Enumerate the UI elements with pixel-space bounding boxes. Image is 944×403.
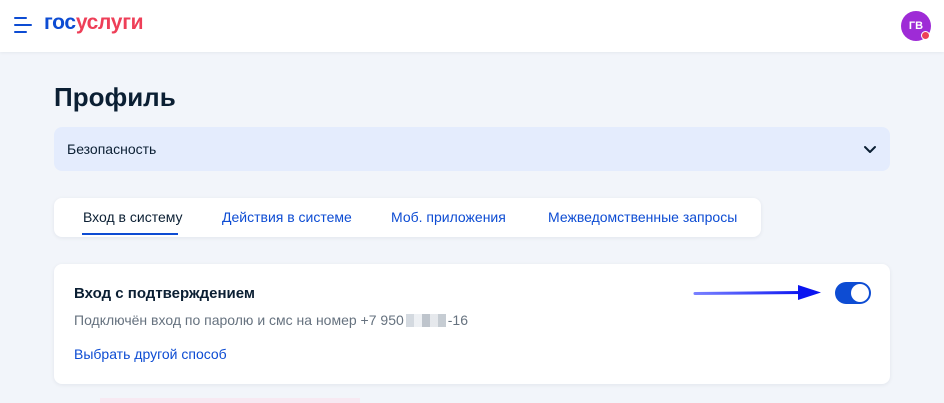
- tab-interagency-requests[interactable]: Межведомственные запросы: [548, 209, 737, 225]
- user-avatar[interactable]: ГВ: [901, 11, 931, 41]
- login-confirmation-toggle[interactable]: [835, 282, 871, 304]
- gosuslugi-logo[interactable]: госуслуги: [44, 11, 144, 35]
- logo-part-uslugi: услуги: [75, 11, 144, 34]
- card-title: Вход с подтверждением: [74, 285, 256, 302]
- tab-login[interactable]: Вход в систему: [83, 209, 183, 225]
- toggle-knob: [851, 284, 869, 302]
- notification-dot-icon: [921, 31, 930, 40]
- tab-mobile-apps[interactable]: Моб. приложения: [391, 209, 506, 225]
- active-tab-indicator: [82, 233, 178, 235]
- login-confirmation-card: Вход с подтверждением Подключён вход по …: [54, 264, 890, 384]
- card-description: Подключён вход по паролю и смс на номер …: [74, 312, 468, 328]
- section-dropdown[interactable]: Безопасность: [54, 127, 890, 171]
- choose-other-method-link[interactable]: Выбрать другой способ: [74, 346, 227, 362]
- logo-part-gos: гос: [44, 11, 76, 34]
- card-description-text: Подключён вход по паролю и смс на номер …: [74, 312, 404, 328]
- profile-tabs: Вход в систему Действия в системе Моб. п…: [54, 198, 761, 237]
- avatar-initials: ГВ: [908, 20, 924, 32]
- section-dropdown-value: Безопасность: [67, 141, 157, 157]
- tab-actions[interactable]: Действия в системе: [222, 209, 352, 225]
- top-header: госуслуги ГВ: [0, 0, 944, 52]
- next-card-edge: [100, 398, 360, 403]
- chevron-down-icon: [864, 146, 876, 153]
- annotation-arrow-icon: [693, 285, 821, 300]
- redacted-phone-mosaic: [405, 314, 446, 327]
- phone-suffix: -16: [447, 312, 468, 328]
- page-title: Профиль: [54, 82, 176, 112]
- menu-icon[interactable]: [14, 16, 32, 34]
